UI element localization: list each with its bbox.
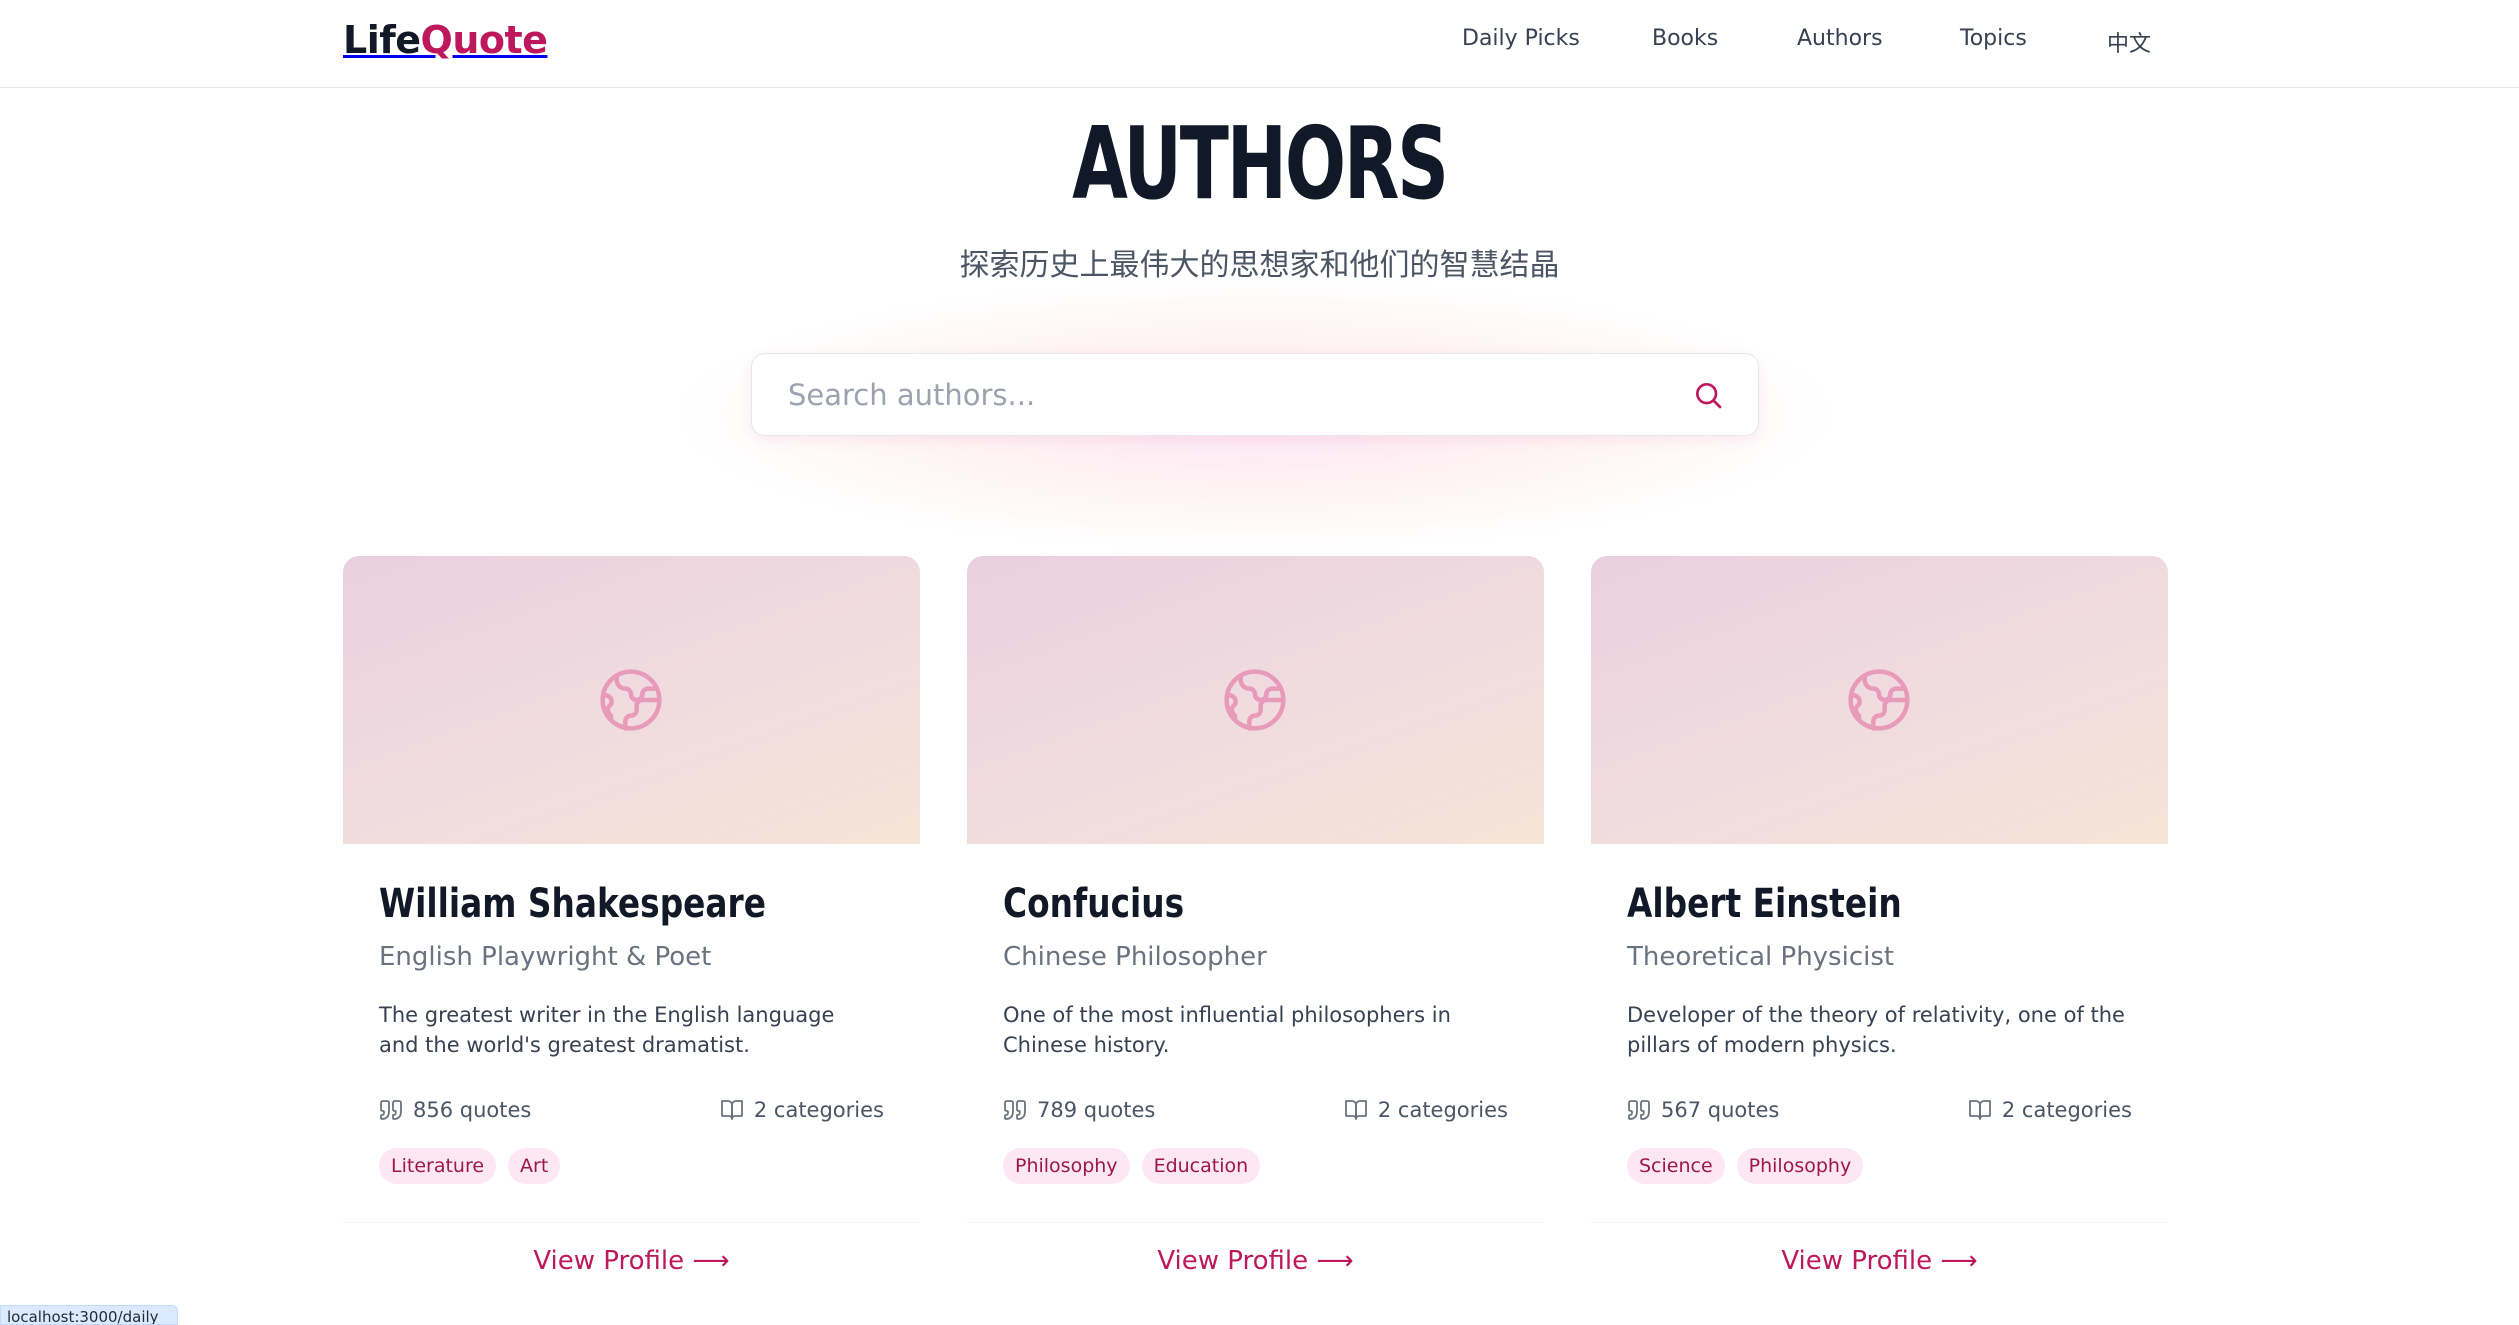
card-divider (1591, 1222, 2168, 1223)
search-box (751, 353, 1759, 436)
author-role: Chinese Philosopher (1003, 942, 1267, 972)
author-description: The greatest writer in the English langu… (379, 1003, 835, 1057)
view-profile-link[interactable]: View Profile ⟶ (1591, 1246, 2168, 1276)
arrow-right-icon: ⟶ (692, 1246, 730, 1276)
view-profile-link[interactable]: View Profile ⟶ (967, 1246, 1544, 1276)
nav-daily-picks[interactable]: Daily Picks (1462, 26, 1580, 51)
author-card: Albert Einstein Theoretical Physicist De… (1591, 556, 2168, 1325)
author-description: Developer of the theory of relativity, o… (1627, 1003, 2125, 1057)
nav-books[interactable]: Books (1652, 26, 1718, 51)
category-count-text: 2 categories (1377, 1098, 1508, 1122)
tag-philosophy[interactable]: Philosophy (1003, 1148, 1130, 1184)
search-icon[interactable] (1692, 379, 1724, 411)
quote-count: 856 quotes (379, 1098, 531, 1122)
author-name[interactable]: Confucius (1003, 881, 1184, 927)
tag-science[interactable]: Science (1627, 1148, 1725, 1184)
book-icon (1344, 1100, 1367, 1120)
page-title: AUTHORS (1072, 105, 1449, 222)
tag-list: Philosophy Education (1003, 1148, 1261, 1184)
tag-list: Science Philosophy (1627, 1148, 1864, 1184)
tag-list: Literature Art (379, 1148, 561, 1184)
author-description: One of the most influential philosophers… (1003, 1003, 1451, 1057)
book-icon (720, 1100, 743, 1120)
quote-count-text: 567 quotes (1661, 1098, 1780, 1122)
tag-education[interactable]: Education (1141, 1148, 1261, 1184)
tag-art[interactable]: Art (508, 1148, 561, 1184)
author-card: William Shakespeare English Playwright &… (343, 556, 920, 1325)
category-count-text: 2 categories (2001, 1098, 2132, 1122)
category-count: 2 categories (720, 1098, 884, 1122)
nav-authors[interactable]: Authors (1797, 26, 1883, 51)
arrow-right-icon: ⟶ (1316, 1246, 1354, 1276)
view-profile-link[interactable]: View Profile ⟶ (343, 1246, 920, 1276)
search-input[interactable] (788, 354, 1668, 435)
author-card: Confucius Chinese Philosopher One of the… (967, 556, 1544, 1325)
top-navbar: LifeQuote Daily Picks Books Authors Topi… (0, 0, 2519, 88)
quote-count-text: 856 quotes (413, 1098, 532, 1122)
card-divider (343, 1222, 920, 1223)
view-profile-label: View Profile (1157, 1246, 1309, 1276)
author-name[interactable]: Albert Einstein (1627, 881, 1902, 927)
nav-topics[interactable]: Topics (1960, 26, 2027, 51)
book-icon (1968, 1100, 1991, 1120)
browser-status-url: localhost:3000/daily (0, 1305, 178, 1325)
view-profile-label: View Profile (533, 1246, 685, 1276)
author-name[interactable]: William Shakespeare (379, 881, 766, 927)
tag-philosophy[interactable]: Philosophy (1736, 1148, 1864, 1184)
author-role: Theoretical Physicist (1627, 942, 1895, 972)
quote-icon (1628, 1100, 1650, 1120)
author-role: English Playwright & Poet (379, 942, 712, 972)
card-divider (967, 1222, 1544, 1223)
view-profile-label: View Profile (1781, 1246, 1933, 1276)
page-subtitle: 探索历史上最伟大的思想家和他们的智慧结晶 (959, 248, 1560, 283)
globe-icon (1848, 669, 1910, 731)
author-banner (967, 556, 1544, 844)
main-nav: Daily Picks Books Authors Topics 中文 (0, 26, 2519, 62)
tag-literature[interactable]: Literature (379, 1148, 497, 1184)
quote-icon (1004, 1100, 1026, 1120)
globe-icon (1224, 669, 1286, 731)
category-count: 2 categories (1344, 1098, 1508, 1122)
globe-icon (600, 669, 662, 731)
category-count-text: 2 categories (753, 1098, 884, 1122)
quote-icon (380, 1100, 402, 1120)
author-banner (1591, 556, 2168, 844)
author-banner (343, 556, 920, 844)
category-count: 2 categories (1968, 1098, 2132, 1122)
quote-count: 789 quotes (1003, 1098, 1155, 1122)
quote-count: 567 quotes (1627, 1098, 1779, 1122)
quote-count-text: 789 quotes (1037, 1098, 1156, 1122)
arrow-right-icon: ⟶ (1940, 1246, 1978, 1276)
nav-language-toggle[interactable]: 中文 (2107, 26, 2151, 58)
